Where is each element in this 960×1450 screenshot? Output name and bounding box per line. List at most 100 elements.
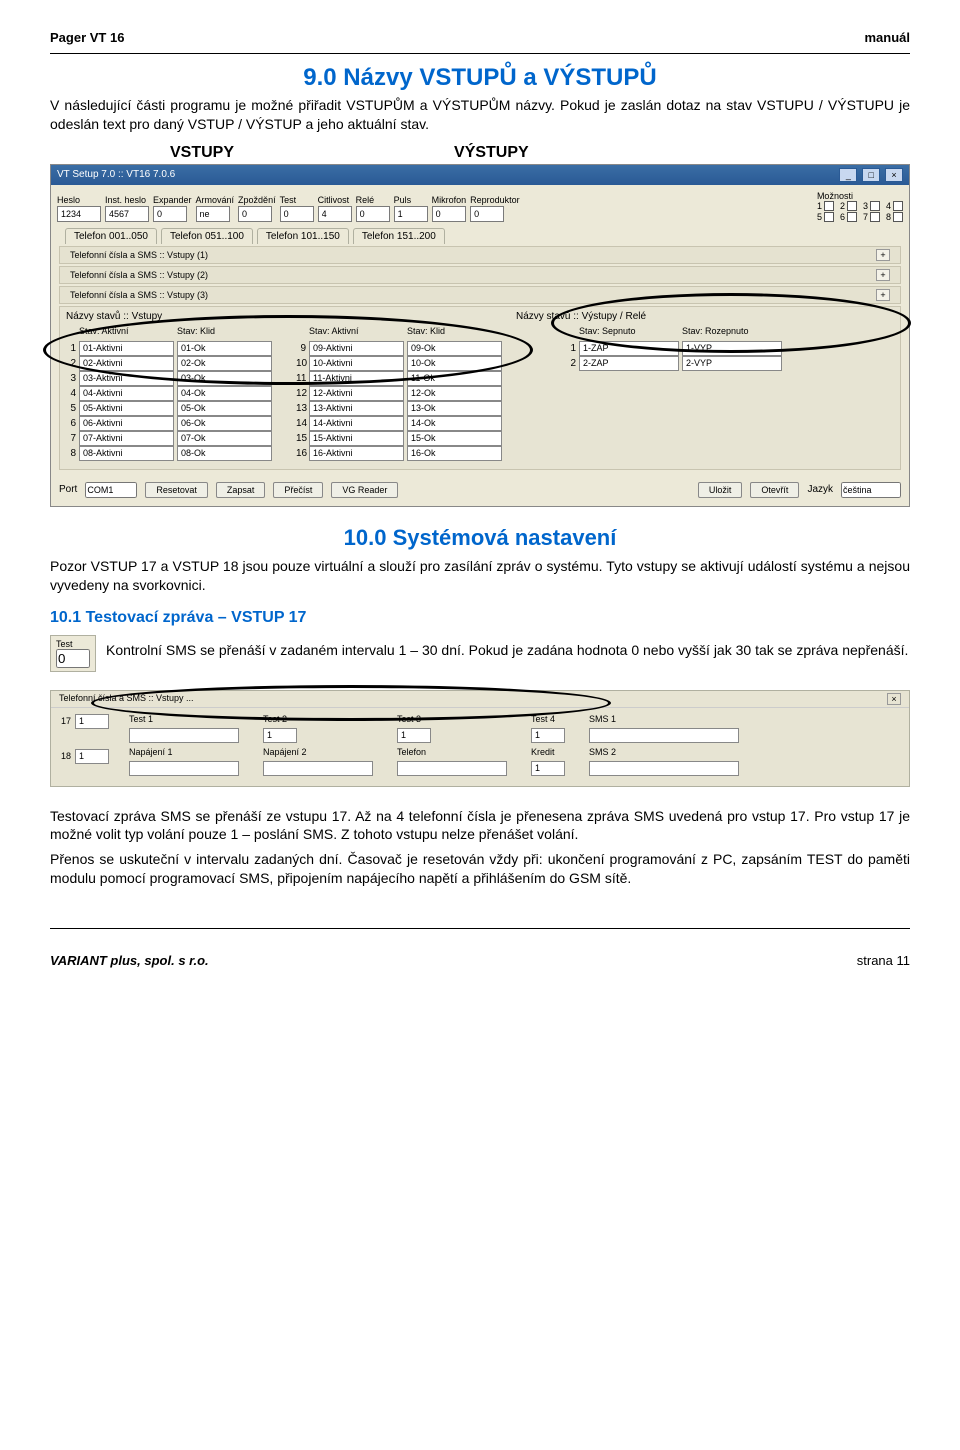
tab-telefon-3[interactable]: Telefon 151..200 (353, 228, 445, 244)
moznosti-checkbox-4[interactable] (893, 201, 903, 211)
stav-a-input[interactable] (309, 371, 404, 386)
jazyk-label: Jazyk (807, 484, 833, 495)
stav-a-input[interactable] (79, 341, 174, 356)
expand-icon[interactable]: + (876, 269, 890, 281)
row-num: 1 (566, 343, 576, 354)
stav-a-input[interactable] (79, 401, 174, 416)
vgreader-button[interactable]: VG Reader (331, 482, 398, 498)
napajeni1-input[interactable] (129, 761, 239, 776)
stav-a-input[interactable] (79, 371, 174, 386)
stav-k-input[interactable] (177, 356, 272, 371)
citlivost-input[interactable] (318, 206, 352, 222)
napajeni2-input[interactable] (263, 761, 373, 776)
stav-sepnuto-input[interactable] (579, 341, 679, 356)
row-18-spin[interactable] (75, 749, 109, 764)
telefon-input[interactable] (397, 761, 507, 776)
moznosti-checkbox-5[interactable] (824, 212, 834, 222)
zpozdeni-input[interactable] (238, 206, 272, 222)
moznosti-checkbox-2[interactable] (847, 201, 857, 211)
stav-k-input[interactable] (177, 371, 272, 386)
stav-k-input[interactable] (407, 341, 502, 356)
test2-input[interactable] (263, 728, 297, 743)
stav-k-input[interactable] (177, 416, 272, 431)
col-kredit: Kredit (531, 747, 565, 757)
test4-input[interactable] (531, 728, 565, 743)
row-num: 12 (296, 388, 306, 399)
expand-icon[interactable]: + (876, 289, 890, 301)
close-button[interactable]: × (885, 168, 903, 182)
stav-a-input[interactable] (309, 431, 404, 446)
expand-icon[interactable]: + (876, 249, 890, 261)
moznosti-checkbox-3[interactable] (870, 201, 880, 211)
hdr-klid-1: Stav: Klid (177, 326, 272, 336)
stav-a-input[interactable] (309, 401, 404, 416)
stav-a-input[interactable] (79, 446, 174, 461)
stav-a-input[interactable] (79, 356, 174, 371)
stav-a-input[interactable] (79, 431, 174, 446)
stav-k-input[interactable] (407, 401, 502, 416)
strip-1[interactable]: Telefonní čísla a SMS :: Vstupy (1) (70, 250, 208, 260)
test-mini-input[interactable] (56, 649, 90, 668)
heading-10-0: 10.0 Systémová nastavení (50, 525, 910, 551)
collapse-icon[interactable]: × (887, 693, 901, 705)
tab-telefon-1[interactable]: Telefon 051..100 (161, 228, 253, 244)
otevrit-button[interactable]: Otevřít (750, 482, 799, 498)
stav-k-input[interactable] (177, 341, 272, 356)
jazyk-select[interactable] (841, 482, 901, 498)
minimize-button[interactable]: _ (839, 168, 857, 182)
tab-telefon-2[interactable]: Telefon 101..150 (257, 228, 349, 244)
strip-2[interactable]: Telefonní čísla a SMS :: Vstupy (2) (70, 270, 208, 280)
puls-input[interactable] (394, 206, 428, 222)
stav-k-input[interactable] (407, 356, 502, 371)
stav-k-input[interactable] (407, 371, 502, 386)
maximize-button[interactable]: □ (862, 168, 880, 182)
kredit-input[interactable] (531, 761, 565, 776)
stav-a-input[interactable] (309, 356, 404, 371)
sms1-input[interactable] (589, 728, 739, 743)
ulozit-button[interactable]: Uložit (698, 482, 743, 498)
stav-a-input[interactable] (309, 446, 404, 461)
port-select[interactable] (85, 482, 137, 498)
stav-k-input[interactable] (407, 386, 502, 401)
test-input[interactable] (280, 206, 314, 222)
sms2-input[interactable] (589, 761, 739, 776)
moznosti-checkbox-6[interactable] (847, 212, 857, 222)
stav-k-input[interactable] (407, 446, 502, 461)
tab-telefon-0[interactable]: Telefon 001..050 (65, 228, 157, 244)
stav-k-input[interactable] (177, 386, 272, 401)
reproduktor-input[interactable] (470, 206, 504, 222)
precist-button[interactable]: Přečíst (273, 482, 323, 498)
row-num: 6 (66, 418, 76, 429)
stav-a-input[interactable] (309, 386, 404, 401)
stav-k-input[interactable] (177, 401, 272, 416)
col-napajeni1: Napájení 1 (129, 747, 239, 757)
stav-rozepnuto-input[interactable] (682, 341, 782, 356)
moznosti-checkbox-7[interactable] (870, 212, 880, 222)
reset-button[interactable]: Resetovat (145, 482, 208, 498)
stav-sepnuto-input[interactable] (579, 356, 679, 371)
stav-k-input[interactable] (407, 416, 502, 431)
stav-k-input[interactable] (177, 431, 272, 446)
stav-a-input[interactable] (79, 416, 174, 431)
stav-a-input[interactable] (79, 386, 174, 401)
row-num: 4 (66, 388, 76, 399)
stav-k-input[interactable] (177, 446, 272, 461)
test1-input[interactable] (129, 728, 239, 743)
stav-a-input[interactable] (309, 341, 404, 356)
heslo-input[interactable] (57, 206, 101, 222)
stav-k-input[interactable] (407, 431, 502, 446)
armovani-select[interactable] (196, 206, 230, 222)
test3-input[interactable] (397, 728, 431, 743)
zapsat-button[interactable]: Zapsat (216, 482, 266, 498)
stav-rozepnuto-input[interactable] (682, 356, 782, 371)
moznosti-checkbox-1[interactable] (824, 201, 834, 211)
mikrofon-input[interactable] (432, 206, 466, 222)
moznosti-checkbox-8[interactable] (893, 212, 903, 222)
expander-input[interactable] (153, 206, 187, 222)
stav-a-input[interactable] (309, 416, 404, 431)
instheslo-input[interactable] (105, 206, 149, 222)
strip-3[interactable]: Telefonní čísla a SMS :: Vstupy (3) (70, 290, 208, 300)
rele-input[interactable] (356, 206, 390, 222)
row-17-spin[interactable] (75, 714, 109, 729)
test-mini-widget: Test (50, 635, 96, 672)
